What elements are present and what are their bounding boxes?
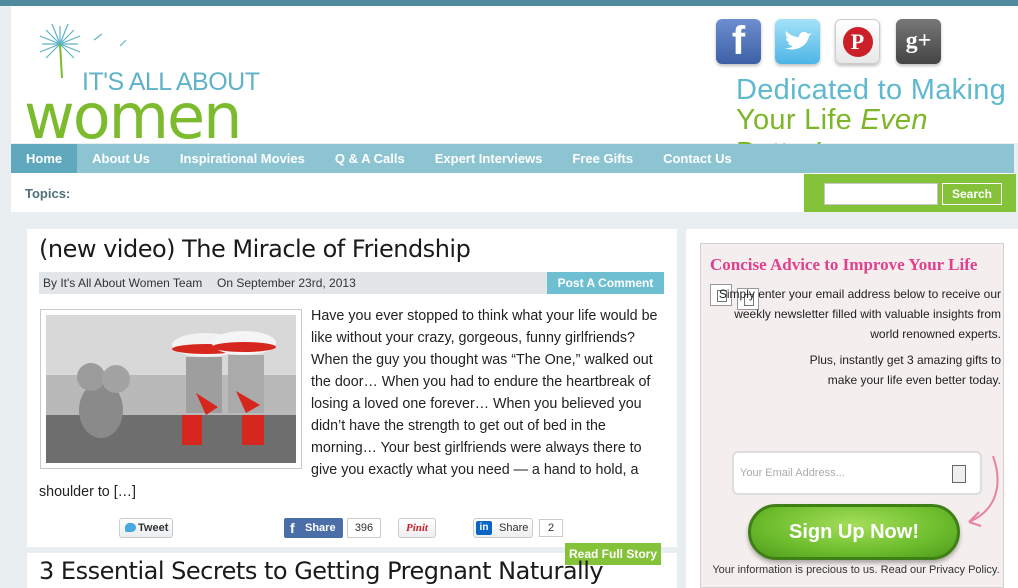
sign-up-button[interactable]: Sign Up Now! xyxy=(748,504,960,560)
twitter-bird-icon xyxy=(125,523,136,532)
main-nav: Home About Us Inspirational Movies Q & A… xyxy=(11,144,1014,173)
linkedin-share-count: 2 xyxy=(539,519,563,537)
nav-free-gifts[interactable]: Free Gifts xyxy=(557,144,648,173)
topics-label[interactable]: Topics: xyxy=(25,186,70,201)
search-button[interactable]: Search xyxy=(942,183,1002,205)
bird-icon xyxy=(784,30,812,49)
pinterest-glyph: P xyxy=(842,26,873,57)
post-date: On September 23rd, 2013 xyxy=(217,276,356,290)
tagline-line1: Dedicated to Making xyxy=(736,74,1007,106)
post-title[interactable]: (new video) The Miracle of Friendship xyxy=(39,235,471,263)
privacy-note[interactable]: Your information is precious to us. Read… xyxy=(711,564,1001,576)
post-meta: By It's All About Women Team On Septembe… xyxy=(39,272,664,294)
linkedin-share-label: Share xyxy=(499,522,529,534)
google-plus-glyph: g+ xyxy=(905,28,932,54)
tagline-emphasis: Even xyxy=(860,104,928,136)
nav-inspirational-movies[interactable]: Inspirational Movies xyxy=(165,144,320,173)
main-content: (new video) The Miracle of Friendship By… xyxy=(27,229,677,588)
email-field[interactable]: Your Email Address... xyxy=(732,451,982,495)
search-box: Search xyxy=(804,174,1016,212)
email-placeholder: Your Email Address... xyxy=(740,467,845,479)
site-logo[interactable]: IT'S ALL ABOUT women xyxy=(24,18,264,148)
post-author: By It's All About Women Team xyxy=(43,276,203,290)
linkedin-icon: in xyxy=(476,521,492,535)
post2-title[interactable]: 3 Essential Secrets to Getting Pregnant … xyxy=(39,557,604,585)
facebook-share-count: 396 xyxy=(347,518,381,538)
share-row: Tweet f Share 396 Pinit in Share 2 xyxy=(27,515,677,541)
tweet-button[interactable]: Tweet xyxy=(119,518,173,538)
search-input[interactable] xyxy=(824,183,938,205)
tagline-pre: Your Life xyxy=(736,104,861,136)
pinterest-pin-button[interactable]: Pinit xyxy=(398,518,436,538)
nav-home[interactable]: Home xyxy=(11,144,78,173)
sidebar: Concise Advice to Improve Your Life Simp… xyxy=(686,229,1018,588)
nav-contact-us[interactable]: Contact Us xyxy=(648,144,747,173)
facebook-icon[interactable]: f xyxy=(716,19,761,64)
optin-gifts-text: Plus, instantly get 3 amazing gifts to m… xyxy=(809,353,1001,387)
google-plus-icon[interactable]: g+ xyxy=(896,19,941,64)
post-comment-button[interactable]: Post A Comment xyxy=(547,272,664,294)
friends-photo xyxy=(46,315,296,463)
curved-arrow-icon xyxy=(968,455,999,527)
nav-about-us[interactable]: About Us xyxy=(77,144,165,173)
topics-bar: Topics: Search xyxy=(11,173,1016,212)
optin-title: Concise Advice to Improve Your Life xyxy=(710,255,978,274)
optin-description: Simply enter your email address below to… xyxy=(718,287,1001,341)
nav-qa-calls[interactable]: Q & A Calls xyxy=(320,144,420,173)
facebook-share-label: Share xyxy=(305,522,336,534)
post-thumbnail[interactable] xyxy=(40,309,302,469)
facebook-glyph: f xyxy=(731,19,746,63)
twitter-icon[interactable] xyxy=(775,19,820,64)
facebook-f-icon: f xyxy=(290,520,295,536)
linkedin-share-button[interactable]: in Share xyxy=(473,518,533,538)
logo-line2: women xyxy=(24,80,242,153)
facebook-share-button[interactable]: f Share xyxy=(284,518,343,538)
tweet-label: Tweet xyxy=(138,522,169,534)
nav-expert-interviews[interactable]: Expert Interviews xyxy=(420,144,558,173)
newsletter-optin: Concise Advice to Improve Your Life Simp… xyxy=(700,243,1004,588)
pinterest-icon[interactable]: P xyxy=(835,19,880,64)
